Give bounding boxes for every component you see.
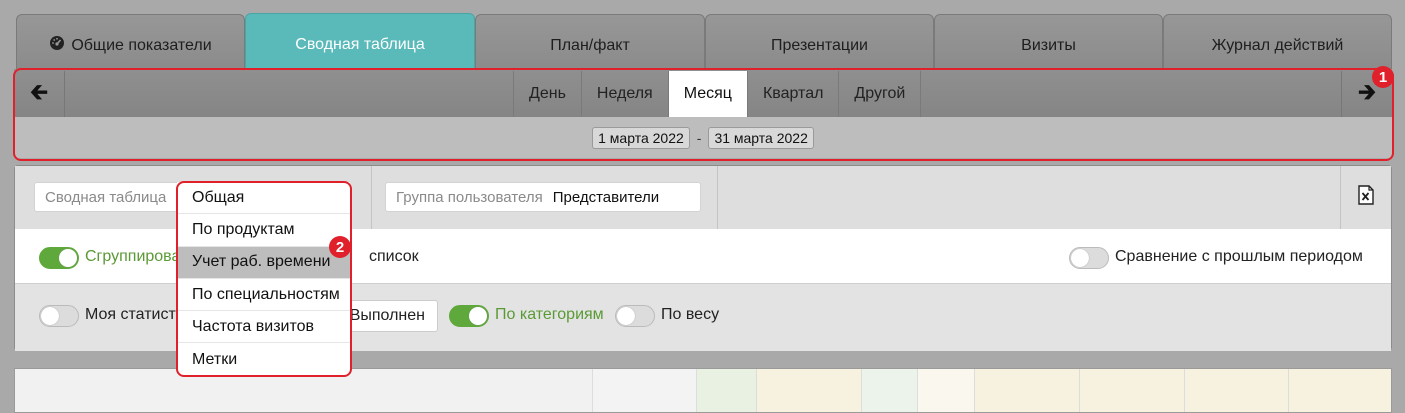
done-filter-label: Выполнен (349, 307, 425, 324)
table-column (1184, 369, 1288, 412)
tab-label: Визиты (1021, 36, 1076, 54)
by-weight-label: По весу (661, 306, 720, 323)
grouped-toggle[interactable] (39, 247, 79, 269)
export-excel-button[interactable] (1340, 166, 1391, 229)
annotation-box-1 (13, 68, 1394, 161)
pivot-type-label: Сводная таблица (45, 188, 167, 206)
my-stats-label: Моя статисти (85, 306, 185, 323)
my-stats-toggle[interactable] (39, 305, 79, 327)
tab-label: План/факт (550, 36, 630, 54)
table-column (696, 369, 756, 412)
by-weight-toggle[interactable] (615, 305, 655, 327)
annotation-marker-1: 1 (1372, 66, 1394, 88)
compare-previous-toggle[interactable] (1069, 247, 1109, 269)
table-column (1288, 369, 1391, 412)
gauge-icon (49, 35, 65, 56)
compare-previous-label: Сравнение с прошлым периодом (1115, 248, 1363, 265)
tab-label: Презентации (771, 36, 868, 54)
grouped-label: Сгруппирова (85, 248, 181, 265)
tab-general-indicators[interactable]: Общие показатели (16, 14, 245, 70)
annotation-marker-2: 2 (329, 236, 351, 258)
user-group-select[interactable]: Группа пользователя Представители (385, 182, 701, 212)
tab-visits[interactable]: Визиты (934, 14, 1163, 70)
table-column (1079, 369, 1184, 412)
main-tabs: Общие показатели Сводная таблица План/фа… (16, 13, 1392, 70)
divider (717, 166, 718, 229)
tab-action-log[interactable]: Журнал действий (1163, 14, 1392, 70)
tab-label: Общие показатели (71, 36, 212, 54)
tab-pivot-table[interactable]: Сводная таблица (245, 13, 475, 70)
user-group-value: Представители (552, 188, 660, 206)
table-column (756, 369, 861, 412)
tab-plan-fact[interactable]: План/факт (475, 14, 705, 70)
list-label: список (369, 248, 419, 265)
tab-label: Журнал действий (1211, 36, 1344, 54)
divider (371, 166, 372, 229)
user-group-label: Группа пользователя (396, 188, 543, 206)
table-column (917, 369, 974, 412)
table-column (974, 369, 1079, 412)
by-category-label: По категориям (495, 306, 604, 323)
tab-label: Сводная таблица (295, 36, 425, 53)
excel-export-icon (1358, 185, 1374, 210)
table-column (592, 369, 696, 412)
table-column (861, 369, 917, 412)
tab-presentations[interactable]: Презентации (705, 14, 934, 70)
annotation-box-2 (176, 181, 352, 377)
by-category-toggle[interactable] (449, 305, 489, 327)
